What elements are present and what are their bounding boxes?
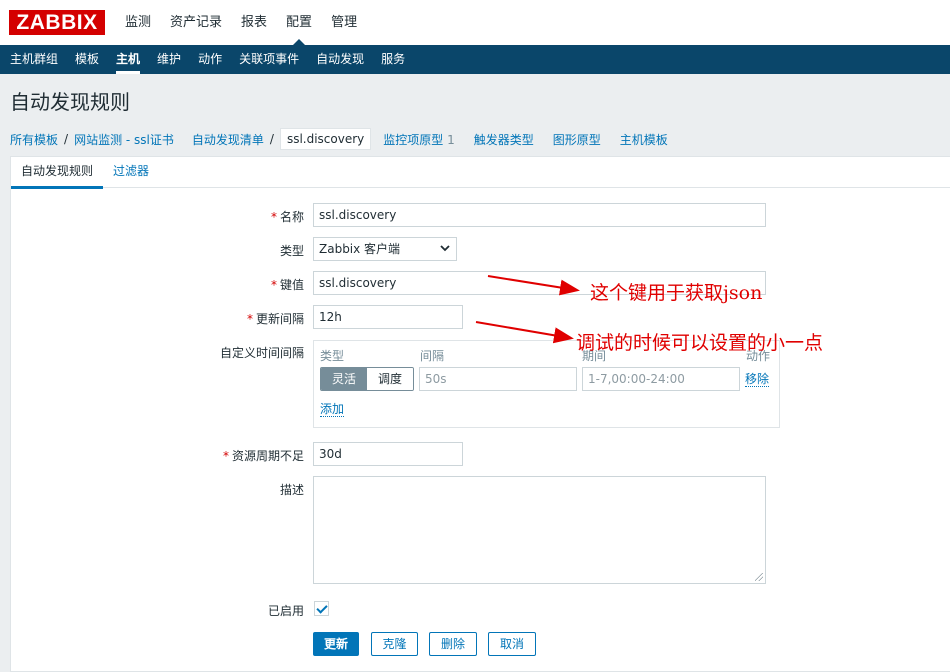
interval-annotation-arrow — [475, 321, 574, 344]
key-annotation-text: 这个键用于获取json — [590, 282, 763, 304]
key-annotation-arrow — [487, 275, 580, 296]
interval-annotation-text: 调试的时候可以设置的小一点 — [576, 332, 824, 354]
